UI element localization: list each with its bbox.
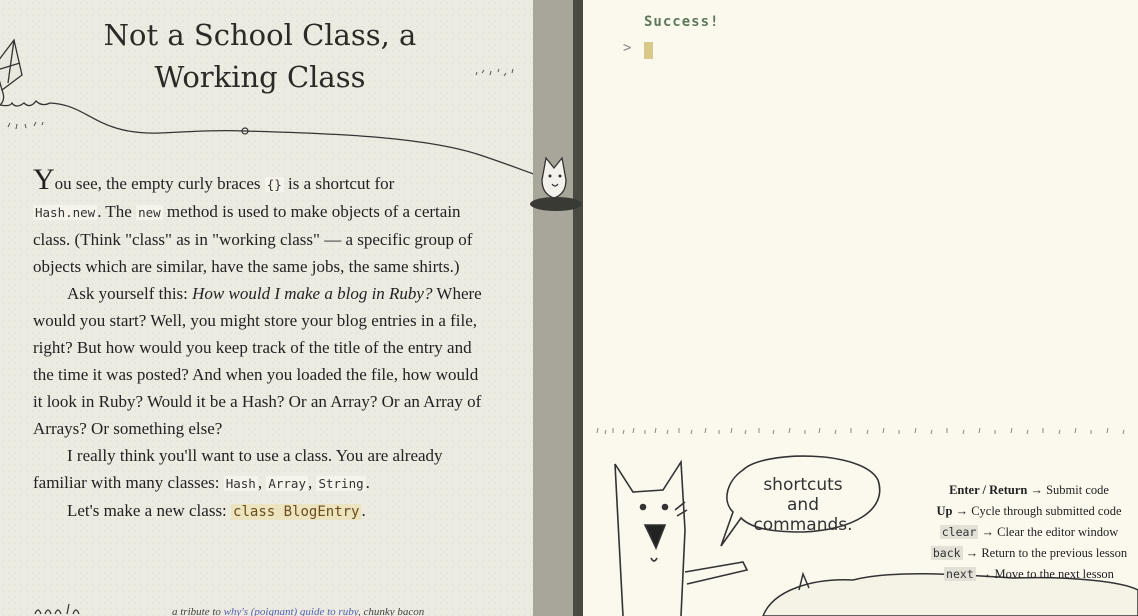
text-span: . The [97, 202, 137, 221]
text-cursor[interactable] [644, 42, 653, 59]
help-desc: Cycle through submitted code [971, 504, 1122, 518]
shortcut-help: Enter / Return → Submit code Up → Cycle … [920, 480, 1138, 585]
inline-code: Array [266, 476, 308, 491]
lesson-panel: Not a School Class, a Working Class You … [0, 0, 533, 616]
kite-string [49, 102, 533, 175]
text-span: . [361, 501, 366, 520]
text-span: is a shortcut for [283, 174, 395, 193]
paragraph-1: You see, the empty curly braces {} is a … [33, 165, 488, 280]
help-desc: Clear the editor window [997, 525, 1119, 539]
help-desc: Return to the previous lesson [981, 546, 1128, 560]
text-span: Where would you start? Well, you might s… [33, 284, 482, 438]
text-span: ou see, the empty curly braces [54, 174, 265, 193]
bubble-line-2: and [787, 495, 819, 515]
arrow-icon: → [978, 567, 992, 581]
drop-cap: Y [33, 163, 55, 196]
paragraph-4: Let's make a new class: class BlogEntry. [33, 497, 488, 526]
footer: a tribute to why's (poignant) guide to r… [0, 600, 533, 616]
panel-divider [533, 0, 583, 616]
tribute-link[interactable]: why's (poignant) guide to ruby [224, 606, 358, 616]
text-span: Ask yourself this: [67, 284, 193, 303]
help-row-back: back → Return to the previous lesson [920, 543, 1138, 564]
fox-mascot-icon [530, 156, 582, 211]
help-key: Up [936, 504, 953, 518]
help-command: next [944, 567, 976, 581]
arrow-icon: → [981, 525, 994, 539]
bubble-line-3: commands. [753, 515, 852, 535]
grass-line [596, 427, 1125, 435]
tribute-suffix: , chunky bacon [357, 606, 425, 616]
arrow-icon: → [955, 504, 969, 518]
arrow-icon: → [1030, 483, 1043, 497]
console-output: Success! [644, 14, 720, 30]
arrow-icon: → [965, 546, 979, 560]
lesson-body: You see, the empty curly braces {} is a … [33, 165, 488, 526]
speech-bubble: shortcuts and commands. [720, 455, 881, 547]
emphasis: How would I make a blog in Ruby? [192, 284, 433, 303]
text-span: . [365, 473, 370, 492]
text-span: Let's make a new class: [67, 501, 232, 520]
paragraph-3: I really think you'll want to use a clas… [33, 442, 488, 497]
help-desc: Move to the next lesson [994, 567, 1114, 581]
site-logo-icon [34, 603, 80, 615]
tribute-text: a tribute to why's (poignant) guide to r… [172, 606, 424, 616]
help-desc: Submit code [1046, 483, 1109, 497]
paragraph-2: Ask yourself this: How would I make a bl… [33, 280, 488, 442]
help-key: Enter / Return [949, 483, 1028, 497]
inline-code: {} [264, 177, 284, 192]
fox-character-icon [614, 459, 749, 616]
inline-code: new [136, 205, 163, 220]
inline-code: String [316, 476, 366, 491]
help-row-clear: clear → Clear the editor window [920, 522, 1138, 543]
console-panel[interactable]: Success! > [593, 0, 1138, 420]
clickable-code-snippet[interactable]: class BlogEntry [231, 504, 362, 520]
inline-code: Hash.new [33, 205, 98, 220]
page-title: Not a School Class, a Working Class [103, 18, 417, 94]
help-command: back [930, 546, 963, 560]
help-row-up: Up → Cycle through submitted code [920, 501, 1138, 522]
tribute-prefix: a tribute to [172, 606, 224, 616]
help-row-next: next → Move to the next lesson [920, 564, 1138, 585]
help-command: clear [939, 525, 979, 539]
console-prompt: > [623, 40, 632, 56]
help-row-enter: Enter / Return → Submit code [920, 480, 1138, 501]
bubble-line-1: shortcuts [763, 475, 842, 495]
inline-code: Hash [223, 476, 258, 491]
